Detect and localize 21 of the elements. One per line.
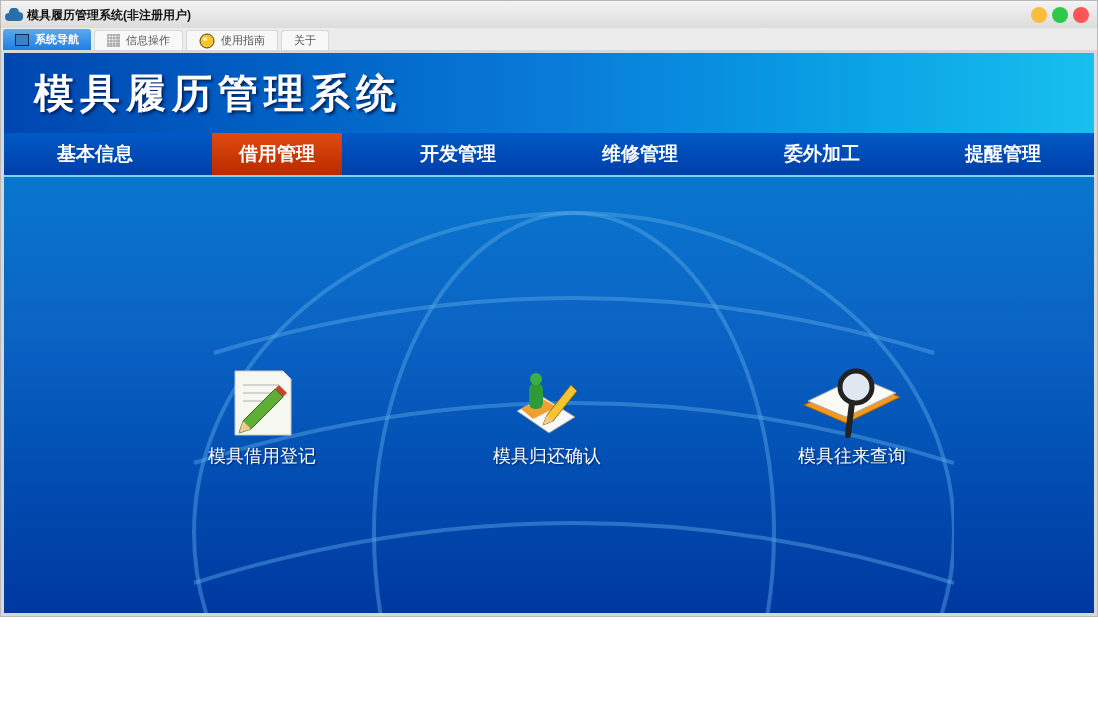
nav-item[interactable]: 借用管理 (211, 133, 342, 175)
grid-icon (107, 34, 120, 47)
feature-button[interactable]: 模具借用登记 (187, 363, 337, 470)
minimize-button[interactable] (1031, 6, 1047, 23)
nav-item[interactable]: 委外加工 (756, 133, 887, 175)
cloud-logo-icon (5, 7, 23, 22)
feature-button[interactable]: 模具归还确认 (472, 363, 622, 470)
monitor-icon (15, 33, 29, 46)
window-title: 模具履历管理系统(非注册用户) (27, 6, 191, 24)
maximize-button[interactable] (1052, 6, 1068, 23)
banner-title: 模具履历管理系统 (34, 70, 402, 117)
help-icon (199, 32, 215, 49)
tab[interactable]: 信息操作 (94, 30, 183, 50)
tab[interactable]: 使用指南 (186, 30, 278, 50)
nav-item[interactable]: 提醒管理 (938, 133, 1069, 175)
tab[interactable]: 关于 (281, 30, 329, 50)
nav-item[interactable]: 基本信息 (29, 133, 160, 175)
feature-button[interactable]: 模具往来查询 (777, 363, 927, 470)
nav-item[interactable]: 开发管理 (393, 133, 524, 175)
close-button[interactable] (1073, 6, 1089, 23)
nav-item[interactable]: 维修管理 (574, 133, 705, 175)
